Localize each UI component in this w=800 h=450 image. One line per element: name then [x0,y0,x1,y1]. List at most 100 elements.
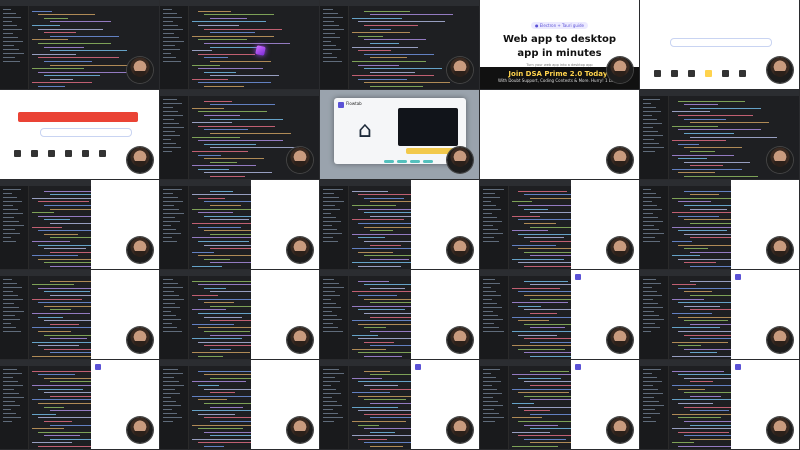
presenter-avatar [127,417,153,443]
file-explorer[interactable] [160,366,189,449]
thumbnail-tile[interactable] [160,360,319,449]
file-explorer[interactable] [320,186,349,269]
file-explorer[interactable] [320,6,349,89]
thumbnail-tile[interactable] [640,90,799,179]
file-explorer[interactable] [480,186,509,269]
thumbnail-tile[interactable] [480,90,639,179]
thumbnail-tile[interactable]: Flowtab ⌂ [320,90,479,179]
thumbnail-tile[interactable] [160,90,319,179]
file-explorer[interactable] [160,186,189,269]
code-area[interactable] [192,188,292,269]
thumbnail-tile[interactable] [0,270,159,359]
thumbnail-tile[interactable] [640,360,799,449]
presenter-avatar [287,417,313,443]
thumbnail-tile[interactable] [640,0,799,89]
app-logo-icon [575,274,581,280]
app-logo-icon [735,364,741,370]
thumbnail-tile[interactable] [480,270,639,359]
shortcut-icon[interactable] [82,150,89,157]
thumbnail-tile[interactable] [320,180,479,269]
file-explorer[interactable] [640,186,669,269]
hero-badge: ● Electron + Tauri guide [530,22,589,29]
file-explorer[interactable] [0,276,29,359]
thumbnail-tile[interactable] [640,180,799,269]
file-explorer[interactable] [0,186,29,269]
presenter-avatar [767,327,793,353]
file-explorer[interactable] [640,96,669,179]
thumbnail-tile[interactable] [320,360,479,449]
file-explorer[interactable] [0,366,29,449]
presenter-avatar [127,327,153,353]
file-explorer[interactable] [160,276,189,359]
shortcut-icon[interactable] [739,70,746,77]
code-area[interactable] [512,368,612,449]
chip[interactable] [397,160,407,163]
shortcut-icon[interactable] [705,70,712,77]
presenter-avatar [127,237,153,263]
file-explorer[interactable] [320,366,349,449]
thumbnail-tile[interactable] [0,90,159,179]
shortcut-icon[interactable] [722,70,729,77]
search-bar-highlighted[interactable] [18,112,138,122]
presenter-avatar [447,237,473,263]
shortcut-icon[interactable] [99,150,106,157]
shortcut-icon[interactable] [688,70,695,77]
app-logo-icon [575,364,581,370]
chip[interactable] [410,160,420,163]
thumbnail-tile[interactable] [320,270,479,359]
shortcut-icon[interactable] [65,150,72,157]
shortcut-icon[interactable] [31,150,38,157]
shortcut-icon[interactable] [654,70,661,77]
code-area[interactable] [672,188,770,269]
file-explorer[interactable] [640,276,669,359]
shortcut-icon[interactable] [48,150,55,157]
code-area[interactable] [512,278,619,359]
thumbnail-tile[interactable] [320,0,479,89]
presenter-avatar [767,417,793,443]
file-explorer[interactable] [480,366,509,449]
file-explorer[interactable] [160,96,189,179]
code-area[interactable] [352,368,457,449]
file-explorer[interactable] [320,276,349,359]
code-area[interactable] [352,188,455,269]
code-area[interactable] [512,188,615,269]
code-area[interactable] [352,278,448,359]
code-area[interactable] [192,368,297,449]
code-area[interactable] [192,278,293,359]
file-explorer[interactable] [640,366,669,449]
code-area[interactable] [192,8,315,89]
search-input[interactable] [670,38,772,47]
thumbnail-tile[interactable] [160,180,319,269]
shortcut-icon[interactable] [14,150,21,157]
thumbnail-tile[interactable] [160,270,319,359]
thumbnail-tile[interactable]: ● Electron + Tauri guide Web app to deskt… [480,0,639,89]
code-area[interactable] [672,278,779,359]
settings-panel[interactable] [398,108,458,146]
thumbnail-tile[interactable] [0,0,159,89]
chip[interactable] [423,160,433,163]
code-area[interactable] [672,368,772,449]
shortcut-icon[interactable] [671,70,678,77]
presenter-avatar [287,237,313,263]
chip-row [384,160,433,163]
thumbnail-tile[interactable] [480,180,639,269]
file-explorer[interactable] [0,6,29,89]
thumbnail-tile[interactable] [480,360,639,449]
code-area[interactable] [32,368,126,449]
presenter-avatar [767,147,793,173]
glowing-logo-icon [255,45,266,56]
app-window[interactable]: Flowtab ⌂ [334,98,466,164]
code-area[interactable] [32,278,133,359]
search-input[interactable] [40,128,132,137]
presenter-avatar [287,327,313,353]
presenter-avatar [767,57,793,83]
thumbnail-tile[interactable] [160,0,319,89]
file-explorer[interactable] [160,6,189,89]
code-area[interactable] [32,188,137,269]
thumbnail-tile[interactable] [640,270,799,359]
thumbnail-tile[interactable] [0,180,159,269]
app-title: Flowtab [346,101,362,106]
file-explorer[interactable] [480,276,509,359]
thumbnail-tile[interactable] [0,360,159,449]
chip[interactable] [384,160,394,163]
